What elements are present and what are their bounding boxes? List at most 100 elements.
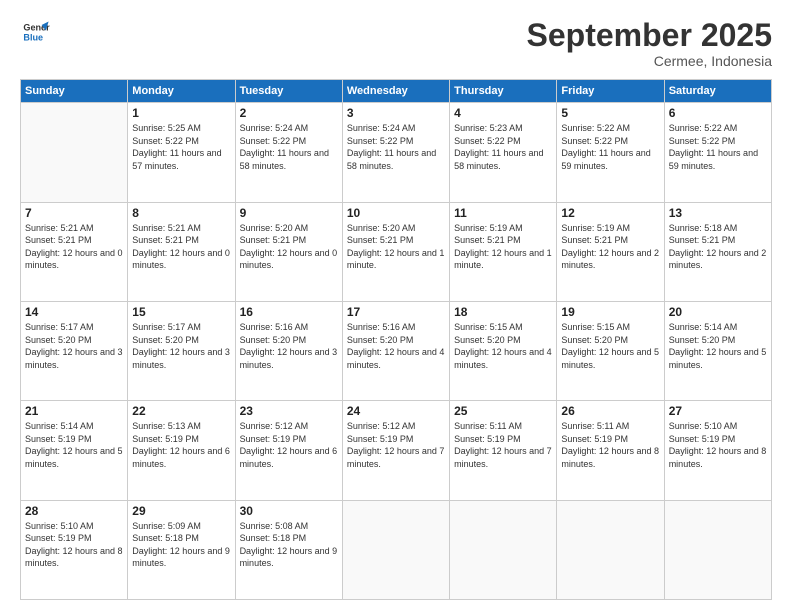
- cell-info: Sunrise: 5:24 AM Sunset: 5:22 PM Dayligh…: [347, 122, 445, 172]
- logo: General Blue: [20, 18, 50, 51]
- cell-info: Sunrise: 5:21 AM Sunset: 5:21 PM Dayligh…: [25, 222, 123, 272]
- cell-day-number: 27: [669, 404, 767, 418]
- cell-day-number: 26: [561, 404, 659, 418]
- cell-info: Sunrise: 5:08 AM Sunset: 5:18 PM Dayligh…: [240, 520, 338, 570]
- header-friday: Friday: [557, 80, 664, 103]
- cell-day-number: 10: [347, 206, 445, 220]
- cell-day-number: 14: [25, 305, 123, 319]
- cell-day-number: 4: [454, 106, 552, 120]
- table-row: 18 Sunrise: 5:15 AM Sunset: 5:20 PM Dayli…: [450, 301, 557, 400]
- cell-day-number: 19: [561, 305, 659, 319]
- cell-info: Sunrise: 5:16 AM Sunset: 5:20 PM Dayligh…: [347, 321, 445, 371]
- table-row: 29 Sunrise: 5:09 AM Sunset: 5:18 PM Dayli…: [128, 500, 235, 599]
- cell-info: Sunrise: 5:22 AM Sunset: 5:22 PM Dayligh…: [669, 122, 767, 172]
- cell-day-number: 3: [347, 106, 445, 120]
- table-row: 30Sunrise: 5:08 AM Sunset: 5:18 PM Dayli…: [235, 500, 342, 599]
- cell-day-number: 8: [132, 206, 230, 220]
- cell-day-number: 18: [454, 305, 552, 319]
- header-monday: Monday: [128, 80, 235, 103]
- cell-day-number: 21: [25, 404, 123, 418]
- cell-day-number: 7: [25, 206, 123, 220]
- table-row: [21, 103, 128, 202]
- month-title: September 2025: [527, 18, 772, 53]
- cell-info: Sunrise: 5:20 AM Sunset: 5:21 PM Dayligh…: [347, 222, 445, 272]
- cell-info: Sunrise: 5:10 AM Sunset: 5:19 PM Dayligh…: [669, 420, 767, 470]
- table-row: 24 Sunrise: 5:12 AM Sunset: 5:19 PM Dayli…: [342, 401, 449, 500]
- cell-info: Sunrise: 5:14 AM Sunset: 5:20 PM Dayligh…: [669, 321, 767, 371]
- cell-day-number: 1: [132, 106, 230, 120]
- header-saturday: Saturday: [664, 80, 771, 103]
- cell-info: Sunrise: 5:25 AM Sunset: 5:22 PM Dayligh…: [132, 122, 230, 172]
- cell-info: Sunrise: 5:20 AM Sunset: 5:21 PM Dayligh…: [240, 222, 338, 272]
- header-thursday: Thursday: [450, 80, 557, 103]
- cell-info: Sunrise: 5:22 AM Sunset: 5:22 PM Dayligh…: [561, 122, 659, 172]
- cell-info: Sunrise: 5:15 AM Sunset: 5:20 PM Dayligh…: [561, 321, 659, 371]
- cell-day-number: 29: [132, 504, 230, 518]
- table-row: 9 Sunrise: 5:20 AM Sunset: 5:21 PM Daylig…: [235, 202, 342, 301]
- table-row: 13Sunrise: 5:18 AM Sunset: 5:21 PM Dayli…: [664, 202, 771, 301]
- table-row: [557, 500, 664, 599]
- cell-info: Sunrise: 5:24 AM Sunset: 5:22 PM Dayligh…: [240, 122, 338, 172]
- table-row: 1 Sunrise: 5:25 AM Sunset: 5:22 PM Daylig…: [128, 103, 235, 202]
- table-row: 21 Sunrise: 5:14 AM Sunset: 5:19 PM Dayli…: [21, 401, 128, 500]
- header-tuesday: Tuesday: [235, 80, 342, 103]
- table-row: [664, 500, 771, 599]
- table-row: 16 Sunrise: 5:16 AM Sunset: 5:20 PM Dayli…: [235, 301, 342, 400]
- cell-info: Sunrise: 5:19 AM Sunset: 5:21 PM Dayligh…: [561, 222, 659, 272]
- cell-info: Sunrise: 5:16 AM Sunset: 5:20 PM Dayligh…: [240, 321, 338, 371]
- table-row: 19 Sunrise: 5:15 AM Sunset: 5:20 PM Dayli…: [557, 301, 664, 400]
- cell-day-number: 6: [669, 106, 767, 120]
- table-row: 15 Sunrise: 5:17 AM Sunset: 5:20 PM Dayli…: [128, 301, 235, 400]
- cell-day-number: 9: [240, 206, 338, 220]
- cell-info: Sunrise: 5:12 AM Sunset: 5:19 PM Dayligh…: [347, 420, 445, 470]
- calendar-header-row: Sunday Monday Tuesday Wednesday Thursday…: [21, 80, 772, 103]
- table-row: 14 Sunrise: 5:17 AM Sunset: 5:20 PM Dayli…: [21, 301, 128, 400]
- table-row: 28Sunrise: 5:10 AM Sunset: 5:19 PM Dayli…: [21, 500, 128, 599]
- cell-day-number: 2: [240, 106, 338, 120]
- header-wednesday: Wednesday: [342, 80, 449, 103]
- table-row: 8Sunrise: 5:21 AM Sunset: 5:21 PM Daylig…: [128, 202, 235, 301]
- cell-info: Sunrise: 5:17 AM Sunset: 5:20 PM Dayligh…: [25, 321, 123, 371]
- table-row: 10 Sunrise: 5:20 AM Sunset: 5:21 PM Dayli…: [342, 202, 449, 301]
- table-row: 12 Sunrise: 5:19 AM Sunset: 5:21 PM Dayli…: [557, 202, 664, 301]
- table-row: 11 Sunrise: 5:19 AM Sunset: 5:21 PM Dayli…: [450, 202, 557, 301]
- cell-day-number: 15: [132, 305, 230, 319]
- page-header: General Blue September 2025 Cermee, Indo…: [20, 18, 772, 69]
- table-row: 17Sunrise: 5:16 AM Sunset: 5:20 PM Dayli…: [342, 301, 449, 400]
- table-row: 26 Sunrise: 5:11 AM Sunset: 5:19 PM Dayli…: [557, 401, 664, 500]
- table-row: [342, 500, 449, 599]
- title-block: September 2025 Cermee, Indonesia: [527, 18, 772, 69]
- location-subtitle: Cermee, Indonesia: [527, 53, 772, 69]
- table-row: [450, 500, 557, 599]
- table-row: 7 Sunrise: 5:21 AM Sunset: 5:21 PM Daylig…: [21, 202, 128, 301]
- table-row: 25 Sunrise: 5:11 AM Sunset: 5:19 PM Dayli…: [450, 401, 557, 500]
- cell-day-number: 11: [454, 206, 552, 220]
- table-row: 6 Sunrise: 5:22 AM Sunset: 5:22 PM Daylig…: [664, 103, 771, 202]
- cell-day-number: 5: [561, 106, 659, 120]
- cell-day-number: 24: [347, 404, 445, 418]
- cell-info: Sunrise: 5:11 AM Sunset: 5:19 PM Dayligh…: [561, 420, 659, 470]
- cell-day-number: 23: [240, 404, 338, 418]
- cell-info: Sunrise: 5:11 AM Sunset: 5:19 PM Dayligh…: [454, 420, 552, 470]
- cell-info: Sunrise: 5:10 AM Sunset: 5:19 PM Dayligh…: [25, 520, 123, 570]
- table-row: 4 Sunrise: 5:23 AM Sunset: 5:22 PM Daylig…: [450, 103, 557, 202]
- table-row: 3 Sunrise: 5:24 AM Sunset: 5:22 PM Daylig…: [342, 103, 449, 202]
- cell-day-number: 25: [454, 404, 552, 418]
- cell-info: Sunrise: 5:12 AM Sunset: 5:19 PM Dayligh…: [240, 420, 338, 470]
- cell-info: Sunrise: 5:23 AM Sunset: 5:22 PM Dayligh…: [454, 122, 552, 172]
- cell-day-number: 12: [561, 206, 659, 220]
- cell-info: Sunrise: 5:18 AM Sunset: 5:21 PM Dayligh…: [669, 222, 767, 272]
- cell-info: Sunrise: 5:13 AM Sunset: 5:19 PM Dayligh…: [132, 420, 230, 470]
- cell-info: Sunrise: 5:15 AM Sunset: 5:20 PM Dayligh…: [454, 321, 552, 371]
- cell-day-number: 22: [132, 404, 230, 418]
- table-row: 22 Sunrise: 5:13 AM Sunset: 5:19 PM Dayli…: [128, 401, 235, 500]
- table-row: 2 Sunrise: 5:24 AM Sunset: 5:22 PM Daylig…: [235, 103, 342, 202]
- cell-day-number: 16: [240, 305, 338, 319]
- cell-info: Sunrise: 5:14 AM Sunset: 5:19 PM Dayligh…: [25, 420, 123, 470]
- svg-text:Blue: Blue: [23, 32, 43, 42]
- table-row: 5 Sunrise: 5:22 AM Sunset: 5:22 PM Daylig…: [557, 103, 664, 202]
- cell-info: Sunrise: 5:17 AM Sunset: 5:20 PM Dayligh…: [132, 321, 230, 371]
- cell-info: Sunrise: 5:19 AM Sunset: 5:21 PM Dayligh…: [454, 222, 552, 272]
- cell-info: Sunrise: 5:09 AM Sunset: 5:18 PM Dayligh…: [132, 520, 230, 570]
- table-row: 27 Sunrise: 5:10 AM Sunset: 5:19 PM Dayli…: [664, 401, 771, 500]
